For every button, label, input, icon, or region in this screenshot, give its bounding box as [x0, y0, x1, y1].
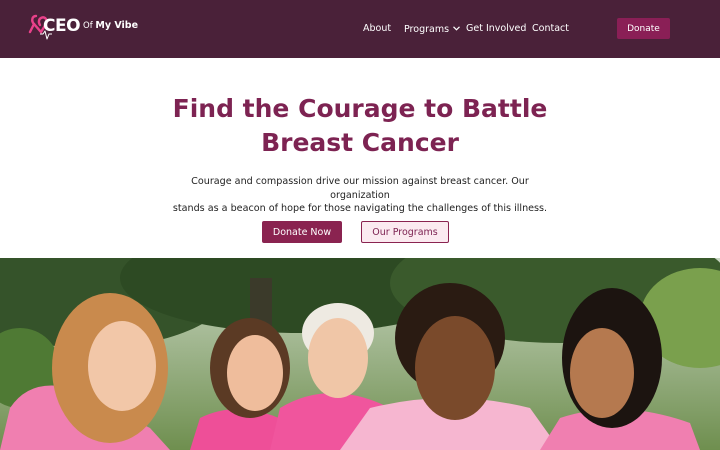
- nav-get-involved[interactable]: Get Involved: [466, 23, 526, 34]
- donate-now-button[interactable]: Donate Now: [262, 221, 342, 243]
- chevron-down-icon: [453, 23, 460, 34]
- site-logo[interactable]: CEO Of My Vibe: [28, 12, 138, 44]
- hero-description-line2: stands as a beacon of hope for those nav…: [172, 203, 548, 214]
- nav-about[interactable]: About: [363, 23, 391, 34]
- logo-ceo-text: CEO: [43, 16, 81, 36]
- logo-tail-text: My Vibe: [95, 20, 139, 31]
- hero-title-line1: Find the Courage to Battle: [172, 94, 548, 123]
- hero-title: Find the Courage to Battle Breast Cancer: [0, 92, 720, 160]
- hero-description-line1: Courage and compassion drive our mission…: [191, 176, 529, 201]
- nav-contact[interactable]: Contact: [532, 23, 569, 34]
- nav-programs[interactable]: Programs: [404, 23, 460, 35]
- our-programs-button[interactable]: Our Programs: [361, 221, 449, 243]
- hero-description: Courage and compassion drive our mission…: [160, 175, 560, 216]
- logo-tagline: Of My Vibe: [83, 20, 138, 31]
- logo-of-text: Of: [83, 21, 93, 31]
- hero-photo: [0, 258, 720, 450]
- hero-title-line2: Breast Cancer: [261, 128, 459, 157]
- group-photo-women-in-pink: [0, 258, 720, 450]
- header-donate-button[interactable]: Donate: [617, 18, 670, 39]
- nav-programs-label: Programs: [404, 24, 450, 35]
- site-header: CEO Of My Vibe About Programs Get Involv…: [0, 0, 720, 58]
